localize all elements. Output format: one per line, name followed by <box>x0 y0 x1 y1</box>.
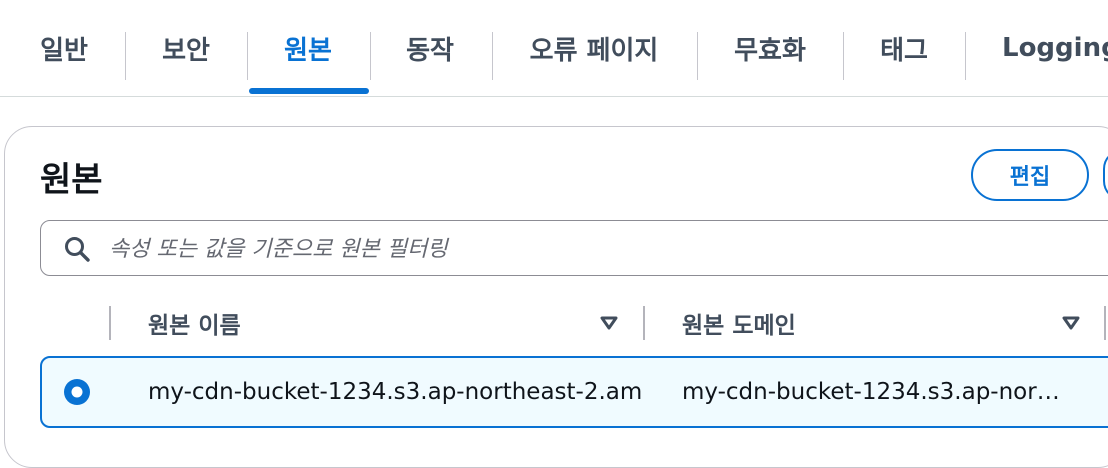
column-divider[interactable] <box>1104 306 1106 340</box>
tab-error-pages[interactable]: 오류 페이지 <box>512 0 676 96</box>
search-icon <box>65 237 90 262</box>
tab-origins[interactable]: 원본 <box>268 0 348 96</box>
column-header-origin-domain[interactable]: 원본 도메인 <box>682 306 796 340</box>
tab-bar: 일반 보안 원본 동작 오류 페이지 무효화 태그 Logging <box>0 0 1108 97</box>
edit-button[interactable]: 편집 <box>971 149 1089 201</box>
tab-behaviors[interactable]: 동작 <box>390 0 470 96</box>
tab-divider <box>843 32 844 80</box>
search-input[interactable] <box>107 229 1011 269</box>
tab-divider <box>965 32 966 80</box>
section-title: 원본 <box>40 160 103 200</box>
tab-general[interactable]: 일반 <box>24 0 104 96</box>
radio-selected-icon[interactable] <box>62 377 92 407</box>
column-divider[interactable] <box>643 306 645 340</box>
caret-down-icon[interactable] <box>599 314 619 332</box>
caret-down-icon[interactable] <box>1061 314 1081 332</box>
filter-box <box>40 220 1108 276</box>
tab-divider <box>247 32 248 80</box>
tab-tags[interactable]: 태그 <box>864 0 944 96</box>
column-divider[interactable] <box>109 306 111 340</box>
column-header-origin-name[interactable]: 원본 이름 <box>148 306 241 340</box>
active-tab-indicator <box>249 88 369 94</box>
tab-divider <box>697 32 698 80</box>
tab-invalidations[interactable]: 무효화 <box>718 0 822 96</box>
cell-origin-name: my-cdn-bucket-1234.s3.ap-northeast-2.am <box>148 379 642 405</box>
tab-logging[interactable]: Logging <box>985 0 1108 96</box>
cell-origin-domain: my-cdn-bucket-1234.s3.ap-nor… <box>682 379 1060 405</box>
tab-security[interactable]: 보안 <box>146 0 226 96</box>
tab-divider <box>125 32 126 80</box>
tab-divider <box>370 32 371 80</box>
tab-divider <box>492 32 493 80</box>
